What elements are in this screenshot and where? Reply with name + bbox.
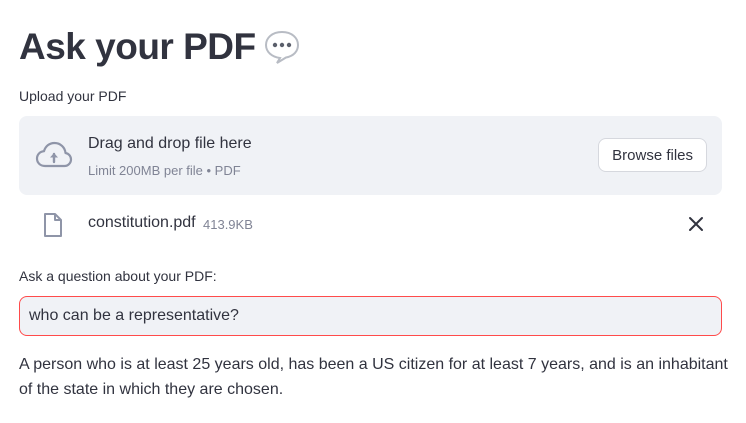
speech-bubble-icon: [264, 30, 300, 64]
upload-label: Upload your PDF: [19, 88, 127, 104]
uploaded-file-row: constitution.pdf 413.9KB: [19, 206, 722, 242]
dropzone-instructions: Drag and drop file here: [88, 135, 252, 152]
file-icon: [42, 212, 64, 238]
close-icon[interactable]: [686, 214, 706, 234]
file-name: constitution.pdf: [88, 214, 196, 231]
file-dropzone[interactable]: Drag and drop file here Limit 200MB per …: [19, 116, 722, 195]
page-title: Ask your PDF: [19, 26, 256, 67]
app-page: Ask your PDF Upload your PDF Drag and dr…: [0, 0, 746, 423]
title-row: Ask your PDF: [19, 24, 300, 70]
cloud-upload-icon: [35, 140, 73, 170]
answer-text: A person who is at least 25 years old, h…: [19, 356, 728, 398]
question-input[interactable]: [19, 296, 722, 336]
question-label: Ask a question about your PDF:: [19, 268, 217, 284]
dropzone-limit: Limit 200MB per file • PDF: [88, 163, 241, 178]
browse-files-button[interactable]: Browse files: [598, 138, 707, 172]
file-size: 413.9KB: [203, 217, 253, 232]
